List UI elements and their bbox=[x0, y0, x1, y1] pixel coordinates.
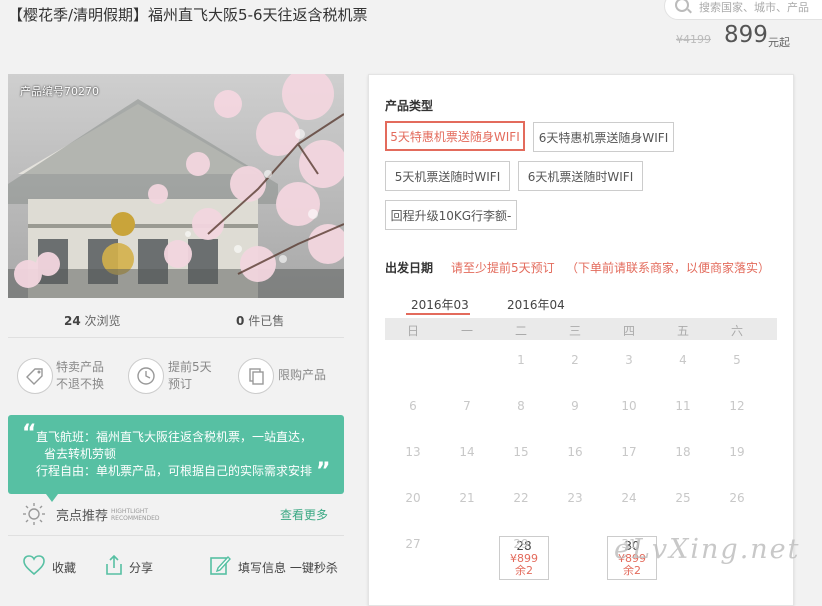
favorite-label: 收藏 bbox=[52, 561, 77, 575]
calendar-day: 11 bbox=[675, 399, 691, 413]
search-icon bbox=[675, 0, 689, 12]
weekday-label: 四 bbox=[622, 324, 635, 338]
calendar-day: 6 bbox=[409, 399, 417, 413]
highlight-subtitle: HIGHTLIGHT RECOMMENDED bbox=[111, 508, 160, 522]
price-unit: 元起 bbox=[768, 36, 790, 49]
product-type-title: 产品类型 bbox=[385, 99, 434, 113]
divider bbox=[8, 337, 344, 338]
views-stat: 24 次浏览 bbox=[64, 312, 121, 329]
option-5day-special-wifi[interactable]: 5天特惠机票送随身WIFI bbox=[385, 121, 525, 151]
calendar-day: 10 bbox=[621, 399, 637, 413]
option-luggage-upgrade[interactable]: 回程升级10KG行李额- bbox=[385, 200, 517, 230]
feature-label-special: 特卖产品 不退不换 bbox=[56, 360, 105, 391]
sold-stat: 0 件已售 bbox=[236, 312, 284, 329]
calendar-day: 12 bbox=[729, 399, 745, 413]
calendar-day: 17 bbox=[621, 445, 637, 459]
weekday-label: 二 bbox=[514, 324, 527, 338]
calendar-day: 14 bbox=[459, 445, 475, 459]
views-count: 24 bbox=[64, 314, 81, 328]
calendar-day: 19 bbox=[729, 445, 745, 459]
views-label: 次浏览 bbox=[84, 314, 121, 328]
edit-icon bbox=[210, 555, 231, 575]
open-quote-icon: “ bbox=[22, 421, 37, 446]
cherry-blossom-temple-image bbox=[8, 74, 344, 298]
highlight-line-3: 行程自由：单机票产品，可根据自己的实际需求安排 bbox=[36, 464, 313, 478]
product-id-label: 产品编号70270 bbox=[20, 85, 99, 98]
highlight-box: “ 直飞航班：福州直飞大阪往返含税机票，一站直达， 省去转机劳顿 行程自由：单机… bbox=[8, 415, 344, 494]
divider bbox=[8, 535, 344, 536]
calendar-day: 27 bbox=[405, 537, 421, 551]
fill-info-label: 填写信息 一键秒杀 bbox=[238, 561, 338, 575]
calendar-day: 21 bbox=[459, 491, 475, 505]
calendar-day: 15 bbox=[513, 445, 529, 459]
calendar-day: 13 bbox=[405, 445, 421, 459]
highlight-title: 亮点推荐 bbox=[56, 509, 109, 524]
search-input[interactable]: 搜索国家、城市、产品 bbox=[664, 0, 822, 20]
close-quote-icon: ” bbox=[316, 459, 331, 484]
weekday-label: 一 bbox=[460, 324, 473, 338]
calendar-day: 25 bbox=[675, 491, 691, 505]
highlight-line-1: 直飞航班：福州直飞大阪往返含税机票，一站直达， bbox=[36, 430, 313, 444]
current-price: 899 bbox=[724, 22, 768, 48]
heart-icon bbox=[23, 555, 45, 576]
see-more-link[interactable]: 查看更多 bbox=[280, 506, 328, 523]
share-icon bbox=[106, 554, 122, 575]
weekday-label: 三 bbox=[568, 324, 581, 338]
search-placeholder: 搜索国家、城市、产品 bbox=[699, 1, 809, 14]
calendar-day: 9 bbox=[571, 399, 579, 413]
weekday-label: 日 bbox=[406, 324, 419, 338]
watermark: eLvXing.net bbox=[614, 534, 801, 565]
option-5day-wifi[interactable]: 5天机票送随时WIFI bbox=[385, 161, 510, 191]
month-tab-april[interactable]: 2016年04 bbox=[507, 296, 565, 313]
calendar-day: 22 bbox=[513, 491, 529, 505]
calendar-day: 1 bbox=[517, 353, 525, 367]
page-title: 【樱花季/清明假期】福州直飞大阪5-6天往返含税机票 bbox=[8, 6, 368, 24]
tag-icon bbox=[26, 368, 43, 385]
sold-count: 0 bbox=[236, 314, 245, 328]
calendar-day: 3 bbox=[625, 353, 633, 367]
weekday-label: 六 bbox=[730, 324, 743, 338]
option-6day-special-wifi[interactable]: 6天特惠机票送随身WIFI bbox=[533, 122, 674, 152]
calendar-day: 18 bbox=[675, 445, 691, 459]
highlight-pointer bbox=[46, 494, 58, 502]
day-remaining: 余2 bbox=[623, 564, 641, 577]
feature-clock-badge bbox=[128, 358, 164, 394]
advance-booking-tip: 请至少提前5天预订 bbox=[451, 261, 555, 275]
calendar-day: 29 bbox=[513, 537, 529, 551]
copy-icon bbox=[249, 368, 264, 385]
active-month-underline bbox=[406, 313, 470, 315]
calendar-day: 4 bbox=[679, 353, 687, 367]
option-6day-wifi[interactable]: 6天机票送随时WIFI bbox=[518, 161, 643, 191]
calendar-day: 24 bbox=[621, 491, 637, 505]
share-label: 分享 bbox=[129, 561, 154, 575]
calendar-day: 5 bbox=[733, 353, 741, 367]
calendar-day: 20 bbox=[405, 491, 421, 505]
product-photo[interactable]: 产品编号70270 bbox=[8, 74, 344, 298]
bulb-icon bbox=[23, 503, 45, 525]
contact-merchant-tip: （下单前请联系商家，以便商家落实） bbox=[566, 261, 771, 275]
feature-copy-badge bbox=[238, 358, 274, 394]
original-price: ¥4199 bbox=[676, 33, 711, 46]
clock-icon bbox=[137, 367, 155, 385]
day-remaining: 余2 bbox=[515, 564, 533, 577]
calendar-day: 23 bbox=[567, 491, 583, 505]
month-tab-march[interactable]: 2016年03 bbox=[411, 296, 469, 313]
weekday-label: 五 bbox=[676, 324, 689, 338]
departure-date-title: 出发日期 bbox=[385, 261, 434, 275]
booking-panel: 产品类型 5天特惠机票送随身WIFI 6天特惠机票送随身WIFI 5天机票送随时… bbox=[368, 74, 794, 606]
feature-label-advance: 提前5天 预订 bbox=[168, 360, 212, 391]
calendar-day: 26 bbox=[729, 491, 745, 505]
highlight-line-2: 省去转机劳顿 bbox=[44, 447, 117, 461]
sold-label: 件已售 bbox=[248, 314, 285, 328]
calendar-day: 2 bbox=[571, 353, 579, 367]
feature-label-limit: 限购产品 bbox=[278, 368, 327, 382]
feature-tag-badge bbox=[17, 358, 53, 394]
calendar-day: 16 bbox=[567, 445, 583, 459]
calendar-day: 7 bbox=[463, 399, 471, 413]
calendar-day: 8 bbox=[517, 399, 525, 413]
